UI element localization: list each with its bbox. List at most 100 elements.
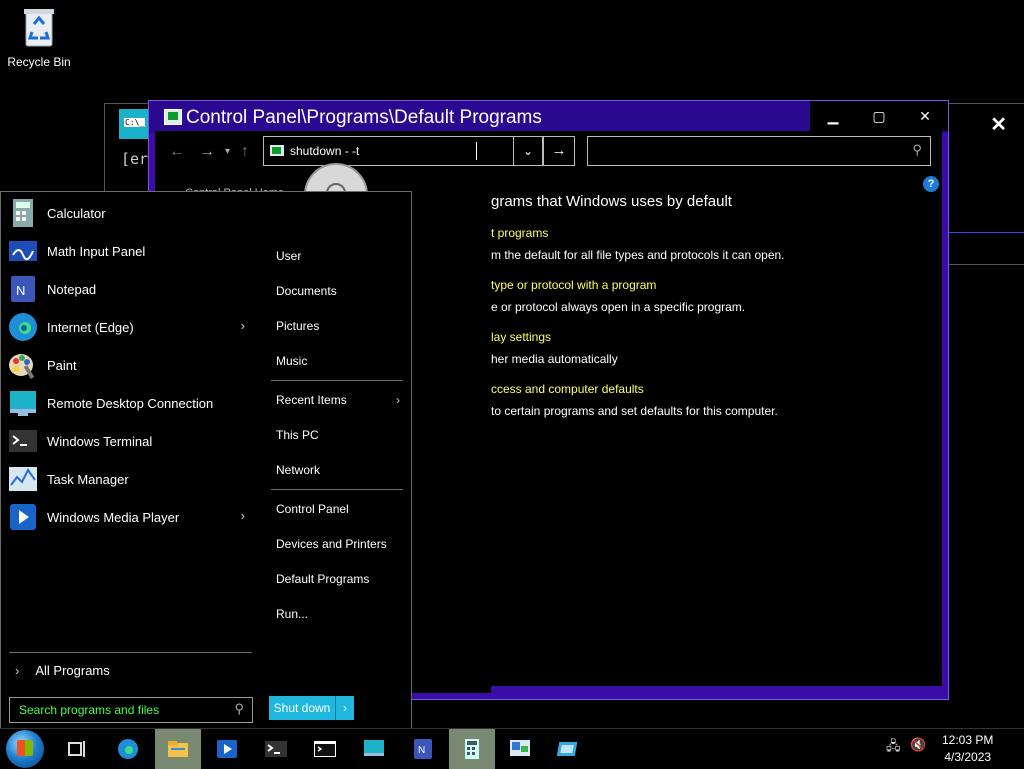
divider [9,652,252,653]
pinned-item-calculator[interactable]: Calculator [7,195,257,231]
pinned-item-label: Calculator [47,205,106,221]
taskbar-notepad[interactable]: N [400,729,446,769]
console-divider [945,232,1024,233]
pinned-item-notepad[interactable]: N Notepad [7,271,257,307]
go-arrow-button[interactable]: → [543,136,575,166]
pinned-item-label: Remote Desktop Connection [47,395,214,411]
paint-icon [9,354,35,380]
recycle-bin-shortcut[interactable]: Recycle Bin [4,6,74,76]
taskbar-terminal[interactable] [253,729,299,769]
start-search-input[interactable]: Search programs and files ⚲ [9,697,253,723]
pinned-item-task-manager[interactable]: Task Manager [7,461,257,497]
minimize-button[interactable]: ▁ [810,101,856,131]
remote-desktop-icon [364,740,384,756]
address-bar[interactable]: shutdown - -t ⌄ [263,136,543,166]
pinned-item-label: Math Input Panel [47,243,146,259]
maximize-button[interactable]: ▢ [856,101,902,131]
clock[interactable]: 12:03 PM 4/3/2023 [942,732,993,766]
up-arrow-icon[interactable]: ↑ [241,143,249,161]
control-panel-icon [270,145,284,156]
start-button[interactable] [6,730,44,768]
start-link-recent-items[interactable]: Recent Items › [276,393,400,407]
chevron-right-icon: › [396,393,400,407]
default-programs-content: grams that Windows uses by default t pro… [491,193,931,434]
program-access-link[interactable]: ccess and computer defaults [491,382,931,396]
notepad-icon: N [414,739,432,759]
recycle-bin-label: Recycle Bin [7,55,71,69]
window-border [491,686,945,694]
autoplay-settings-link[interactable]: lay settings [491,330,931,344]
close-icon[interactable]: ✕ [990,112,1007,137]
back-arrow-icon[interactable]: ← [169,143,185,161]
start-link-this-pc[interactable]: This PC [276,428,319,442]
recent-items-label: Recent Items [276,393,347,407]
pinned-item-math-input-panel[interactable]: Math Input Panel [7,233,257,269]
start-menu[interactable]: Calculator Math Input Panel N Notepad In… [0,191,412,730]
start-link-documents[interactable]: Documents [276,284,337,298]
pinned-item-label: Paint [47,357,77,373]
svg-text:N: N [16,283,25,298]
pinned-item-label: Windows Media Player [47,509,180,525]
pinned-item-paint[interactable]: Paint [7,347,257,383]
address-input[interactable]: shutdown - -t [290,144,359,158]
system-tray: 🖧 🔇 [886,737,928,755]
pinned-item-label: Internet (Edge) [47,319,134,335]
pinned-item-remote-desktop[interactable]: Remote Desktop Connection [7,385,257,421]
taskbar-control-panel[interactable] [497,729,543,769]
chevron-right-icon[interactable]: › [241,508,245,523]
calculator-icon [13,199,33,227]
pinned-item-internet-edge[interactable]: Internet (Edge) › [7,309,257,345]
window-icon [557,742,578,756]
start-link-network[interactable]: Network [276,463,320,477]
network-icon[interactable]: 🖧 [886,737,904,755]
pinned-item-label: Windows Terminal [47,433,153,449]
start-link-default-programs[interactable]: Default Programs [276,572,369,586]
taskbar-app[interactable] [546,729,592,769]
all-programs-label: All Programs [35,663,110,678]
divider [271,489,403,490]
task-view-icon [68,741,85,757]
pinned-item-label: Task Manager [47,471,129,487]
taskbar-remote-desktop[interactable] [351,729,397,769]
taskbar-console[interactable] [302,729,348,769]
search-icon: ⚲ [234,701,244,716]
taskbar: N 🖧 🔇 12:03 PM 4/3/2023 [0,728,1024,769]
start-link-music[interactable]: Music [276,354,307,368]
terminal-icon [265,741,287,757]
chevron-down-icon[interactable]: ⌄ [513,137,542,165]
folder-icon [168,741,188,757]
recent-locations-icon[interactable]: ▾ [225,146,230,157]
shut-down-button[interactable]: Shut down [269,696,335,720]
clock-time: 12:03 PM [942,733,994,747]
taskbar-file-explorer[interactable] [155,729,201,769]
start-link-user[interactable]: User [276,249,301,263]
start-link-devices-printers[interactable]: Devices and Printers [276,537,387,551]
volume-muted-icon[interactable]: 🔇 [910,737,928,755]
search-control-panel-input[interactable]: ⚲ [587,136,931,166]
search-placeholder: Search programs and files [19,703,160,717]
page-heading: grams that Windows uses by default [491,193,732,210]
pinned-item-windows-media-player[interactable]: Windows Media Player › [7,499,257,535]
chevron-right-icon[interactable]: › [241,318,245,333]
edge-icon [118,739,138,759]
forward-arrow-icon[interactable]: → [199,143,215,161]
associate-file-type-link[interactable]: type or protocol with a program [491,278,931,292]
start-link-pictures[interactable]: Pictures [276,319,319,333]
help-icon[interactable]: ? [923,176,939,192]
item-description: m the default for all file types and pro… [491,248,785,262]
control-panel-icon [510,740,530,756]
remote-desktop-icon [10,391,36,416]
taskbar-edge[interactable] [105,729,151,769]
start-link-run[interactable]: Run... [276,607,308,621]
svg-text:N: N [418,745,425,756]
close-button[interactable]: ✕ [902,101,948,131]
set-default-programs-link[interactable]: t programs [491,226,931,240]
shutdown-options-chevron-icon[interactable]: › [335,696,354,720]
taskbar-media-player[interactable] [204,729,250,769]
title-bar[interactable]: Control Panel\Programs\Default Programs … [149,101,948,133]
taskbar-calculator[interactable] [449,729,495,769]
start-link-control-panel[interactable]: Control Panel [276,502,349,516]
task-view-button[interactable] [54,729,100,769]
pinned-item-windows-terminal[interactable]: Windows Terminal [7,423,257,459]
all-programs-button[interactable]: › All Programs [15,663,110,678]
